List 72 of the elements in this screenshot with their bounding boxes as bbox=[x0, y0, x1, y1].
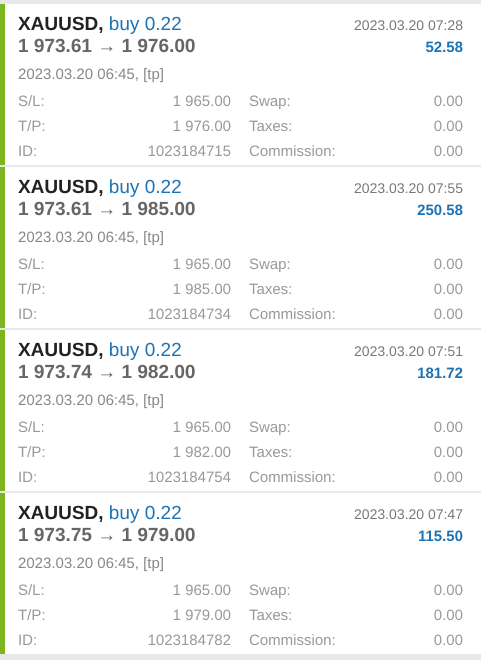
field-value: 0.00 bbox=[432, 305, 463, 325]
deal-card[interactable]: XAUUSD, buy 0.22 2023.03.20 07:55 1 973.61 → 1 985.00 250.58 2023.03.20 06:45, [tp] S/L: 1 965.00 Swap: 0.00 T/P: 1 985.00 Taxes: 0.00 ID: 1023184734 Commission: 0.00 bbox=[0, 167, 481, 328]
profit-value: 52.58 bbox=[425, 39, 463, 56]
field-label: S/L: bbox=[18, 418, 46, 438]
deal-card[interactable]: XAUUSD, buy 0.22 2023.03.20 07:47 1 973.75 → 1 979.00 115.50 2023.03.20 06:45, [tp] S/L: 1 965.00 Swap: 0.00 T/P: 1 979.00 Taxes: 0.00 ID: 1023184782 Commission: 0.00 bbox=[0, 493, 481, 654]
field-value: 0.00 bbox=[432, 443, 463, 463]
deal-card[interactable]: XAUUSD, buy 0.22 2023.03.20 07:51 1 973.74 → 1 982.00 181.72 2023.03.20 06:45, [tp] S/L: 1 965.00 Swap: 0.00 T/P: 1 982.00 Taxes: 0.00 ID: 1023184754 Commission: 0.00 bbox=[0, 330, 481, 491]
open-info: 2023.03.20 06:45, [tp] bbox=[18, 229, 164, 246]
field-value: 1023184754 bbox=[146, 468, 231, 488]
field-label: Swap: bbox=[248, 418, 292, 438]
field-label: ID: bbox=[18, 631, 38, 651]
field-value: 1 982.00 bbox=[172, 443, 231, 463]
price-range: 1 973.74 → 1 982.00 bbox=[18, 362, 196, 384]
field-value: 0.00 bbox=[432, 631, 463, 651]
field-label: Taxes: bbox=[248, 280, 294, 300]
open-info: 2023.03.20 06:45, [tp] bbox=[18, 392, 164, 409]
field-label: Taxes: bbox=[248, 117, 294, 137]
field-label: Swap: bbox=[248, 255, 292, 275]
field-label: Taxes: bbox=[248, 606, 294, 626]
field-value: 1 985.00 bbox=[172, 280, 231, 300]
profit-value: 250.58 bbox=[417, 202, 463, 219]
field-label: T/P: bbox=[18, 280, 47, 300]
profit-value: 115.50 bbox=[418, 528, 463, 545]
price-range: 1 973.61 → 1 985.00 bbox=[18, 199, 196, 221]
field-label: Commission: bbox=[248, 631, 337, 651]
field-label: S/L: bbox=[18, 92, 46, 112]
field-label: Swap: bbox=[248, 581, 292, 601]
field-label: T/P: bbox=[18, 443, 47, 463]
field-value: 0.00 bbox=[432, 92, 463, 112]
close-time: 2023.03.20 07:47 bbox=[354, 506, 463, 522]
field-label: Taxes: bbox=[248, 443, 294, 463]
field-label: S/L: bbox=[18, 255, 46, 275]
close-time: 2023.03.20 07:51 bbox=[354, 343, 463, 359]
deal-title: XAUUSD, buy 0.22 bbox=[18, 14, 182, 36]
close-time: 2023.03.20 07:28 bbox=[354, 17, 463, 33]
open-info: 2023.03.20 06:45, [tp] bbox=[18, 66, 164, 83]
close-time: 2023.03.20 07:55 bbox=[354, 180, 463, 196]
field-label: Commission: bbox=[248, 305, 337, 325]
price-range: 1 973.75 → 1 979.00 bbox=[18, 525, 196, 547]
deal-title: XAUUSD, buy 0.22 bbox=[18, 503, 182, 525]
field-value: 1023184734 bbox=[146, 305, 231, 325]
price-range: 1 973.61 → 1 976.00 bbox=[18, 36, 196, 58]
field-value: 0.00 bbox=[432, 280, 463, 300]
field-label: ID: bbox=[18, 142, 38, 162]
field-value: 1 965.00 bbox=[172, 418, 231, 438]
field-value: 0.00 bbox=[432, 468, 463, 488]
field-label: ID: bbox=[18, 305, 38, 325]
field-label: T/P: bbox=[18, 606, 47, 626]
field-value: 1023184782 bbox=[146, 631, 231, 651]
field-label: Commission: bbox=[248, 468, 337, 488]
field-label: Swap: bbox=[248, 92, 292, 112]
field-value: 0.00 bbox=[432, 418, 463, 438]
deal-title: XAUUSD, buy 0.22 bbox=[18, 177, 182, 199]
field-value: 1 979.00 bbox=[172, 606, 231, 626]
field-value: 0.00 bbox=[432, 142, 463, 162]
profit-value: 181.72 bbox=[417, 365, 463, 382]
field-value: 0.00 bbox=[432, 581, 463, 601]
field-value: 0.00 bbox=[432, 606, 463, 626]
field-label: T/P: bbox=[18, 117, 47, 137]
field-value: 1 965.00 bbox=[172, 581, 231, 601]
field-value: 0.00 bbox=[432, 117, 463, 137]
deal-title: XAUUSD, buy 0.22 bbox=[18, 340, 182, 362]
field-value: 1 976.00 bbox=[172, 117, 231, 137]
field-label: ID: bbox=[18, 468, 38, 488]
field-label: S/L: bbox=[18, 581, 46, 601]
field-value: 1 965.00 bbox=[172, 255, 231, 275]
field-value: 0.00 bbox=[432, 255, 463, 275]
field-value: 1023184715 bbox=[146, 142, 231, 162]
field-value: 1 965.00 bbox=[172, 92, 231, 112]
open-info: 2023.03.20 06:45, [tp] bbox=[18, 555, 164, 572]
field-label: Commission: bbox=[248, 142, 337, 162]
deal-card[interactable]: XAUUSD, buy 0.22 2023.03.20 07:28 1 973.61 → 1 976.00 52.58 2023.03.20 06:45, [tp] S/L: 1 965.00 Swap: 0.00 T/P: 1 976.00 Taxes: 0.00 ID: 1023184715 Commission: 0.00 bbox=[0, 4, 481, 165]
